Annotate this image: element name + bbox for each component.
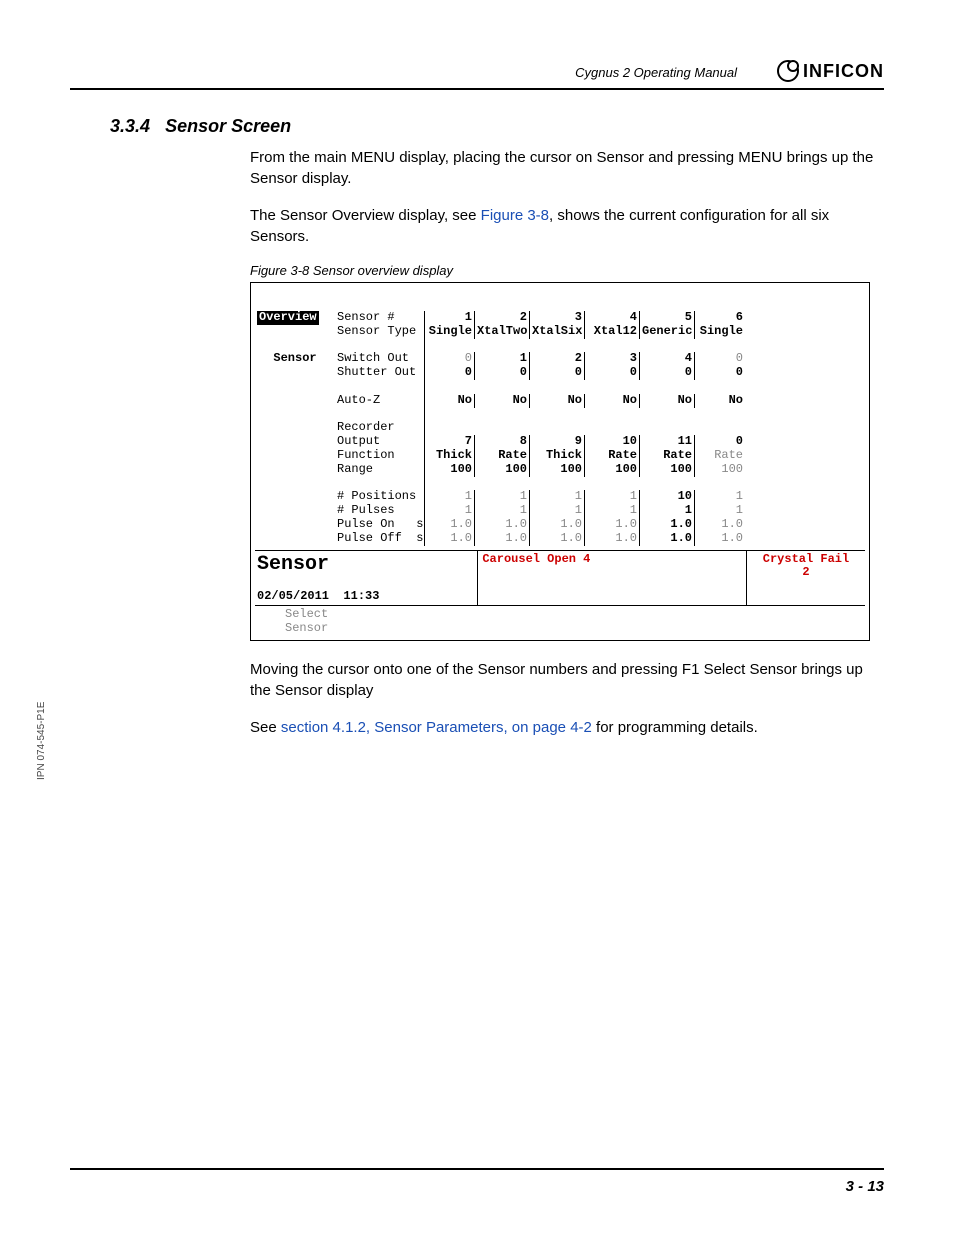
sensor-overview-figure: Overview Sensor # 1 2 3 4 5 6 Sensor Typ… <box>250 282 870 641</box>
paragraph-3: Moving the cursor onto one of the Sensor… <box>250 659 884 701</box>
label-pulse-on: Pulse On s <box>335 518 425 532</box>
label-shutter-out: Shutter Out <box>335 366 425 380</box>
label-function: Function <box>335 449 425 463</box>
figure-link[interactable]: Figure 3-8 <box>481 207 549 224</box>
label-pulses: # Pulses <box>335 504 425 518</box>
status-bar: Sensor 02/05/2011 11:33 Carousel Open 4 … <box>255 550 865 606</box>
section-link[interactable]: section 4.1.2, Sensor Parameters, on pag… <box>281 719 592 736</box>
page-number: 3 - 13 <box>846 1178 884 1195</box>
overview-table: Overview Sensor # 1 2 3 4 5 6 Sensor Typ… <box>255 311 865 546</box>
tab-overview: Overview <box>257 311 319 325</box>
col2-num: 2 <box>475 311 530 325</box>
paragraph-4: See section 4.1.2, Sensor Parameters, on… <box>250 717 884 738</box>
brand-logo: INFICON <box>777 60 884 82</box>
page-header: Cygnus 2 Operating Manual INFICON <box>70 60 884 90</box>
figure-caption: Figure 3-8 Sensor overview display <box>250 263 884 278</box>
screen-name: Sensor <box>257 553 473 576</box>
label-output: Output <box>335 435 425 449</box>
label-pulse-off: Pulse Off s <box>335 532 425 546</box>
paragraph-2: The Sensor Overview display, see Figure … <box>250 205 884 247</box>
ipn-label: IPN 074-545-P1E <box>36 702 47 780</box>
carousel-status: Carousel Open 4 <box>478 551 747 606</box>
col6-num: 6 <box>695 311 745 325</box>
col3-num: 3 <box>530 311 585 325</box>
label-sensor-type: Sensor Type <box>335 325 425 339</box>
brand-name: INFICON <box>803 61 884 82</box>
label-auto-z: Auto-Z <box>335 394 425 408</box>
label-range: Range <box>335 463 425 477</box>
label-switch-out: Switch Out <box>335 352 425 366</box>
col4-num: 4 <box>585 311 640 325</box>
timestamp: 02/05/2011 11:33 <box>257 590 473 604</box>
paragraph-1: From the main MENU display, placing the … <box>250 147 884 189</box>
label-recorder: Recorder <box>335 421 425 435</box>
softkey-f1: Select Sensor <box>255 605 865 636</box>
doc-title: Cygnus 2 Operating Manual <box>575 65 737 82</box>
inficon-icon <box>777 60 799 82</box>
tab-sensor: Sensor <box>255 352 335 366</box>
crystal-fail-status: Crystal Fail 2 <box>747 551 865 606</box>
page-footer: 3 - 13 <box>70 1168 884 1195</box>
section-title: Sensor Screen <box>165 116 291 136</box>
label-sensor-num: Sensor # <box>335 311 425 325</box>
section-number: 3.3.4 <box>110 116 150 136</box>
col5-num: 5 <box>640 311 695 325</box>
col1-num: 1 <box>425 311 475 325</box>
label-positions: # Positions <box>335 490 425 504</box>
section-heading: 3.3.4 Sensor Screen <box>110 116 884 137</box>
